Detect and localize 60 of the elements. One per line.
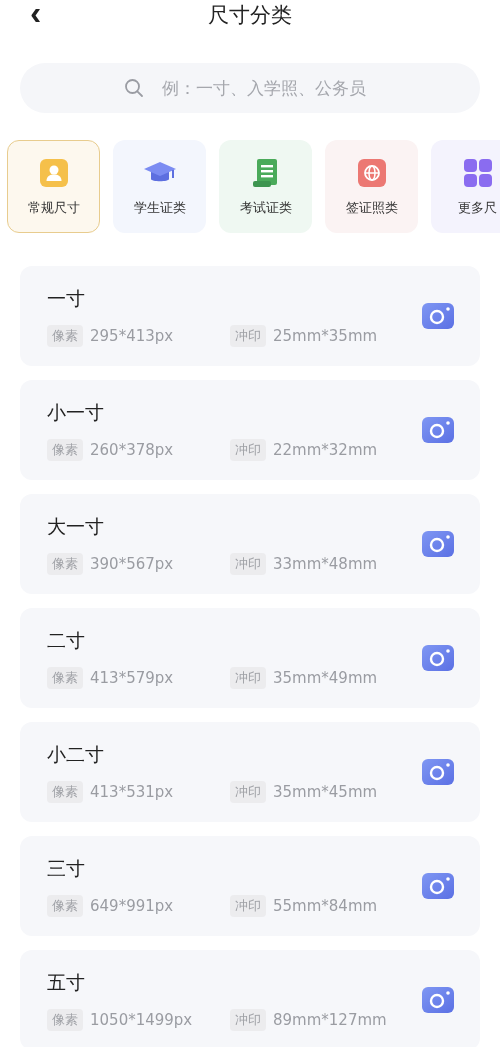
size-name: 五寸 (47, 969, 86, 995)
print-size: 33mm*48mm (273, 554, 378, 573)
globe-icon (356, 157, 387, 188)
pixel-size: 649*991px (90, 896, 175, 915)
category-tab[interactable]: 签证照类 (325, 140, 418, 233)
print-size: 89mm*127mm (273, 1010, 387, 1029)
size-card[interactable]: 大一寸 像素 390*567px 冲印 33mm*48mm (20, 494, 480, 594)
grid-icon (462, 157, 493, 188)
print-tag: 冲印 (230, 894, 266, 917)
pixel-tag: 像素 (47, 552, 83, 575)
pixel-tag: 像素 (47, 780, 83, 803)
size-name: 大一寸 (47, 513, 105, 539)
print-tag: 冲印 (230, 438, 266, 461)
pixel-tag: 像素 (47, 894, 83, 917)
pixel-size: 390*567px (90, 554, 175, 573)
size-card[interactable]: 小一寸 像素 260*378px 冲印 22mm*32mm (20, 380, 480, 480)
person-icon (38, 157, 69, 188)
category-tab[interactable]: 学生证类 (113, 140, 206, 233)
size-card[interactable]: 五寸 像素 1050*1499px 冲印 89mm*127mm (20, 950, 480, 1047)
size-name: 二寸 (47, 627, 86, 653)
camera-icon[interactable] (422, 759, 454, 785)
camera-icon[interactable] (422, 303, 454, 329)
size-name: 小二寸 (47, 741, 105, 767)
camera-icon[interactable] (422, 645, 454, 671)
size-name: 一寸 (47, 285, 86, 311)
page-title: 尺寸分类 (208, 2, 292, 29)
print-tag: 冲印 (230, 780, 266, 803)
print-tag: 冲印 (230, 324, 266, 347)
print-tag: 冲印 (230, 1008, 266, 1031)
pixel-size: 413*531px (90, 782, 175, 801)
category-tab[interactable]: 常规尺寸 (7, 140, 100, 233)
pixel-tag: 像素 (47, 1008, 83, 1031)
size-card[interactable]: 小二寸 像素 413*531px 冲印 35mm*45mm (20, 722, 480, 822)
back-button[interactable]: ‹ (26, 0, 46, 30)
print-size: 35mm*45mm (273, 782, 378, 801)
print-size: 55mm*84mm (273, 896, 378, 915)
size-name: 小一寸 (47, 399, 105, 425)
print-size: 25mm*35mm (273, 326, 378, 345)
print-size: 35mm*49mm (273, 668, 378, 687)
print-tag: 冲印 (230, 552, 266, 575)
print-tag: 冲印 (230, 666, 266, 689)
pixel-size: 413*579px (90, 668, 175, 687)
print-size: 22mm*32mm (273, 440, 378, 459)
camera-icon[interactable] (422, 531, 454, 557)
size-card[interactable]: 二寸 像素 413*579px 冲印 35mm*49mm (20, 608, 480, 708)
category-tab[interactable]: 考试证类 (219, 140, 312, 233)
camera-icon[interactable] (422, 873, 454, 899)
size-card[interactable]: 三寸 像素 649*991px 冲印 55mm*84mm (20, 836, 480, 936)
camera-icon[interactable] (422, 987, 454, 1013)
pixel-size: 295*413px (90, 326, 175, 345)
pixel-tag: 像素 (47, 438, 83, 461)
pixel-size: 260*378px (90, 440, 175, 459)
size-name: 三寸 (47, 855, 86, 881)
pixel-tag: 像素 (47, 324, 83, 347)
camera-icon[interactable] (422, 417, 454, 443)
pixel-tag: 像素 (47, 666, 83, 689)
size-card[interactable]: 一寸 像素 295*413px 冲印 25mm*35mm (20, 266, 480, 366)
search-field[interactable]: 例：一寸、入学照、公务员 (20, 63, 480, 113)
pixel-size: 1050*1499px (90, 1010, 194, 1029)
category-tab[interactable]: 更多尺 (431, 140, 500, 233)
